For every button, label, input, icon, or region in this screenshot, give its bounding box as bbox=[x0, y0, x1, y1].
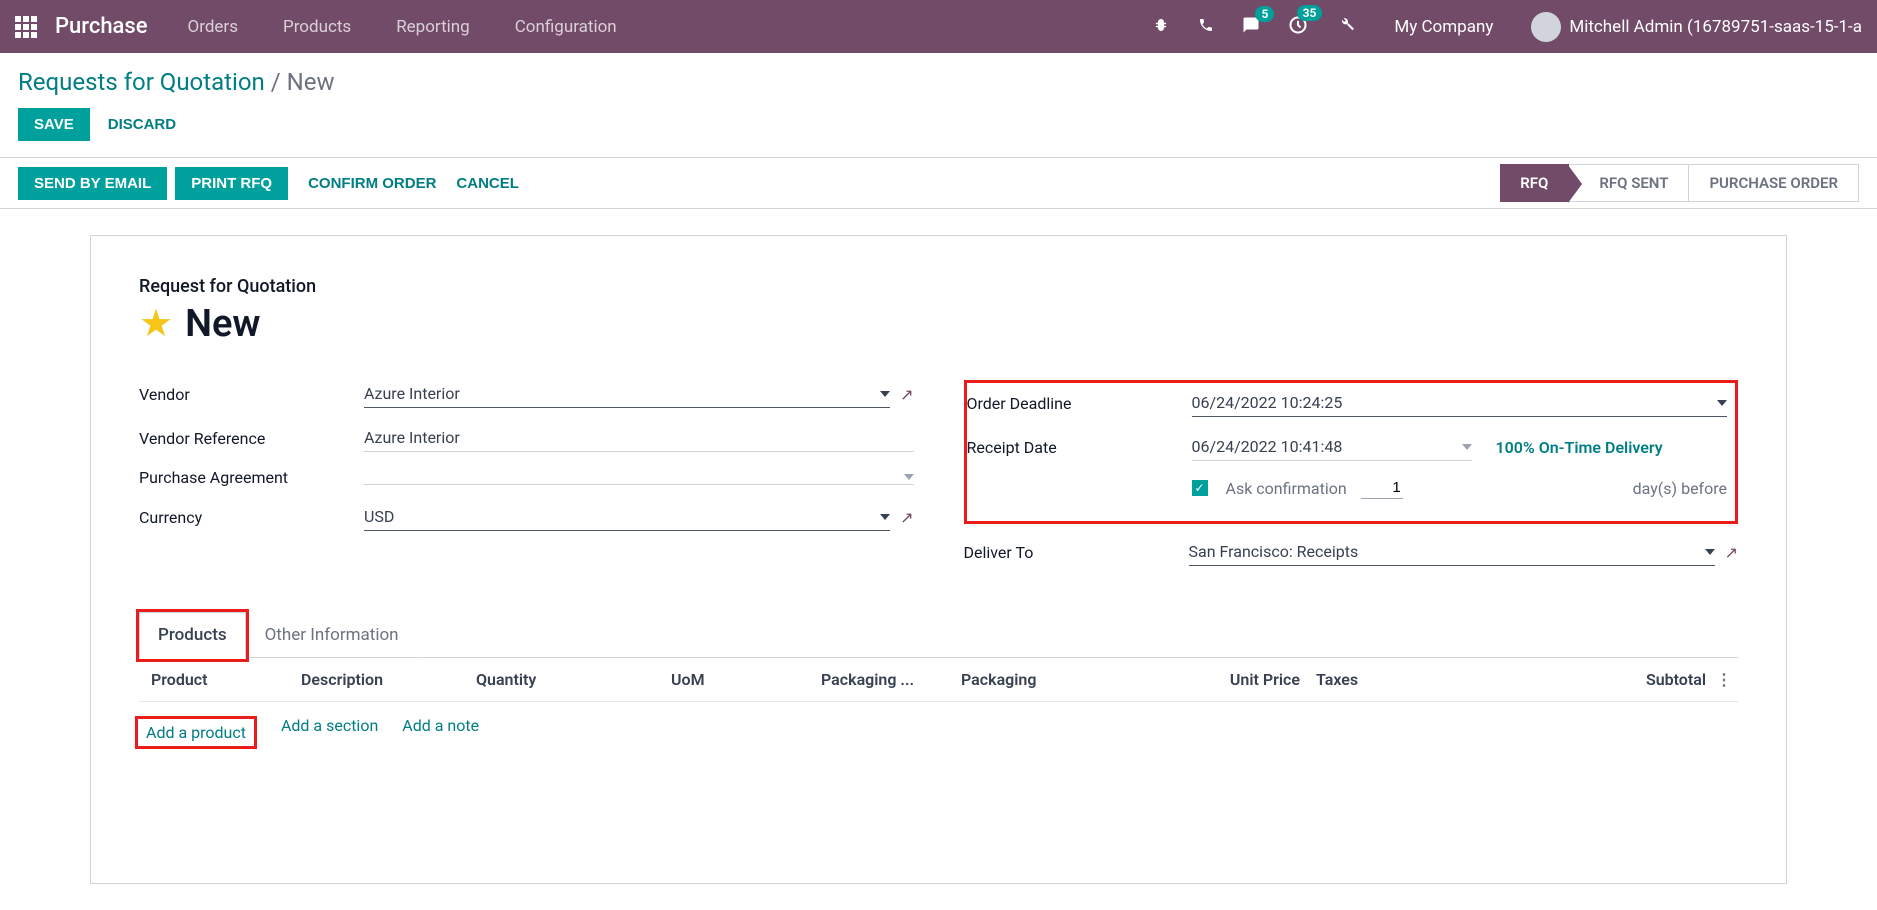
col-unit-price: Unit Price bbox=[1128, 670, 1308, 689]
order-deadline-label: Order Deadline bbox=[967, 394, 1192, 413]
menu-orders[interactable]: Orders bbox=[188, 17, 238, 37]
form-type-label: Request for Quotation bbox=[139, 276, 1738, 297]
menu-configuration[interactable]: Configuration bbox=[515, 17, 617, 37]
col-uom: UoM bbox=[663, 670, 813, 689]
vendor-ref-value: Azure Interior bbox=[364, 428, 460, 447]
breadcrumb-sep: / bbox=[271, 68, 281, 96]
chat-icon[interactable]: 5 bbox=[1242, 16, 1260, 38]
external-link-icon[interactable]: ↗ bbox=[1725, 543, 1738, 562]
receipt-date-label: Receipt Date bbox=[967, 438, 1192, 457]
tab-other-info[interactable]: Other Information bbox=[246, 612, 418, 658]
col-quantity: Quantity bbox=[468, 670, 663, 689]
bug-icon[interactable] bbox=[1152, 16, 1170, 38]
send-email-button[interactable]: SEND BY EMAIL bbox=[18, 167, 167, 200]
ask-days-input[interactable] bbox=[1361, 477, 1403, 499]
col-product: Product bbox=[143, 670, 293, 689]
external-link-icon[interactable]: ↗ bbox=[900, 508, 913, 527]
step-rfq-sent[interactable]: RFQ SENT bbox=[1569, 164, 1689, 202]
add-note-link[interactable]: Add a note bbox=[402, 716, 479, 749]
status-bar: SEND BY EMAIL PRINT RFQ CONFIRM ORDER CA… bbox=[0, 157, 1877, 209]
tabs: Products Other Information bbox=[139, 612, 1738, 658]
add-row: Add a product Add a section Add a note bbox=[139, 702, 1738, 763]
tools-icon[interactable] bbox=[1336, 16, 1354, 38]
save-button[interactable]: SAVE bbox=[18, 108, 90, 141]
currency-label: Currency bbox=[139, 508, 364, 527]
activity-badge: 35 bbox=[1297, 5, 1323, 21]
vendor-select[interactable]: Azure Interior bbox=[364, 380, 890, 408]
highlight-box-add-product: Add a product bbox=[135, 716, 257, 749]
step-purchase-order[interactable]: PURCHASE ORDER bbox=[1689, 164, 1859, 202]
chevron-down-icon bbox=[1462, 444, 1472, 450]
chevron-down-icon bbox=[1717, 400, 1727, 406]
col-subtotal: Subtotal bbox=[1508, 670, 1714, 689]
form-wrap: Request for Quotation ★ New Vendor Azure… bbox=[0, 209, 1877, 910]
ask-confirm-label: Ask confirmation bbox=[1226, 479, 1347, 498]
avatar-icon bbox=[1531, 12, 1561, 42]
deliver-to-label: Deliver To bbox=[964, 543, 1189, 562]
apps-icon[interactable] bbox=[15, 16, 37, 38]
col-packaging-qty: Packaging ... bbox=[813, 670, 953, 689]
receipt-date-value: 06/24/2022 10:41:48 bbox=[1192, 437, 1343, 456]
vendor-value: Azure Interior bbox=[364, 384, 460, 403]
breadcrumb-bar: Requests for Quotation / New SAVE DISCAR… bbox=[0, 53, 1877, 157]
chevron-down-icon bbox=[1705, 549, 1715, 555]
vendor-ref-label: Vendor Reference bbox=[139, 429, 364, 448]
app-title[interactable]: Purchase bbox=[55, 14, 148, 39]
status-steps: RFQ RFQ SENT PURCHASE ORDER bbox=[1500, 164, 1859, 202]
cancel-button[interactable]: CANCEL bbox=[456, 175, 519, 192]
confirm-order-button[interactable]: CONFIRM ORDER bbox=[308, 175, 436, 192]
product-grid-header: Product Description Quantity UoM Packagi… bbox=[139, 658, 1738, 702]
col-packaging: Packaging bbox=[953, 670, 1128, 689]
form-left-col: Vendor Azure Interior ↗ Vendor Reference… bbox=[139, 380, 914, 582]
agreement-label: Purchase Agreement bbox=[139, 468, 364, 487]
order-deadline-value: 06/24/2022 10:24:25 bbox=[1192, 393, 1343, 412]
highlight-box-dates: Order Deadline 06/24/2022 10:24:25 Recei… bbox=[964, 380, 1739, 524]
user-menu[interactable]: Mitchell Admin (16789751-saas-15-1-a bbox=[1521, 12, 1862, 42]
days-before-text: day(s) before bbox=[1633, 479, 1727, 498]
chevron-down-icon bbox=[880, 514, 890, 520]
vendor-ref-input[interactable]: Azure Interior bbox=[364, 424, 914, 452]
print-rfq-button[interactable]: PRINT RFQ bbox=[175, 167, 288, 200]
col-taxes: Taxes bbox=[1308, 670, 1508, 689]
currency-value: USD bbox=[364, 507, 394, 526]
phone-icon[interactable] bbox=[1198, 17, 1214, 37]
top-menu: Orders Products Reporting Configuration bbox=[188, 17, 617, 37]
vendor-label: Vendor bbox=[139, 385, 364, 404]
chevron-down-icon bbox=[904, 474, 914, 480]
form-right-col: Order Deadline 06/24/2022 10:24:25 Recei… bbox=[964, 380, 1739, 582]
currency-select[interactable]: USD bbox=[364, 503, 890, 531]
add-section-link[interactable]: Add a section bbox=[281, 716, 378, 749]
add-product-link[interactable]: Add a product bbox=[146, 723, 246, 742]
order-deadline-input[interactable]: 06/24/2022 10:24:25 bbox=[1192, 389, 1728, 417]
menu-reporting[interactable]: Reporting bbox=[396, 17, 470, 37]
company-switcher[interactable]: My Company bbox=[1394, 17, 1493, 37]
step-rfq[interactable]: RFQ bbox=[1500, 164, 1569, 202]
deliver-to-select[interactable]: San Francisco: Receipts bbox=[1189, 538, 1715, 566]
agreement-select[interactable] bbox=[364, 470, 914, 485]
external-link-icon[interactable]: ↗ bbox=[900, 385, 913, 404]
ask-confirm-checkbox[interactable]: ✓ bbox=[1192, 480, 1208, 496]
tab-products[interactable]: Products bbox=[139, 612, 246, 658]
star-icon[interactable]: ★ bbox=[139, 301, 173, 346]
tabs-spacer bbox=[418, 612, 1738, 658]
receipt-date-input[interactable]: 06/24/2022 10:41:48 bbox=[1192, 433, 1472, 461]
systray: 5 35 My Company Mitchell Admin (16789751… bbox=[1152, 12, 1862, 42]
activity-icon[interactable]: 35 bbox=[1288, 15, 1308, 39]
deliver-to-value: San Francisco: Receipts bbox=[1189, 542, 1359, 561]
breadcrumb-root[interactable]: Requests for Quotation bbox=[18, 68, 265, 96]
form-title: New bbox=[185, 302, 260, 346]
grid-options-icon[interactable]: ⋮ bbox=[1714, 670, 1734, 689]
form-sheet: Request for Quotation ★ New Vendor Azure… bbox=[90, 235, 1787, 884]
top-bar: Purchase Orders Products Reporting Confi… bbox=[0, 0, 1877, 53]
menu-products[interactable]: Products bbox=[283, 17, 351, 37]
breadcrumb-current: New bbox=[287, 68, 335, 96]
chevron-down-icon bbox=[880, 391, 890, 397]
discard-button[interactable]: DISCARD bbox=[108, 116, 176, 133]
breadcrumb: Requests for Quotation / New bbox=[18, 68, 1859, 96]
on-time-delivery-link[interactable]: 100% On-Time Delivery bbox=[1496, 438, 1663, 457]
chat-badge: 5 bbox=[1255, 6, 1274, 22]
user-name: Mitchell Admin (16789751-saas-15-1-a bbox=[1569, 17, 1862, 37]
col-description: Description bbox=[293, 670, 468, 689]
